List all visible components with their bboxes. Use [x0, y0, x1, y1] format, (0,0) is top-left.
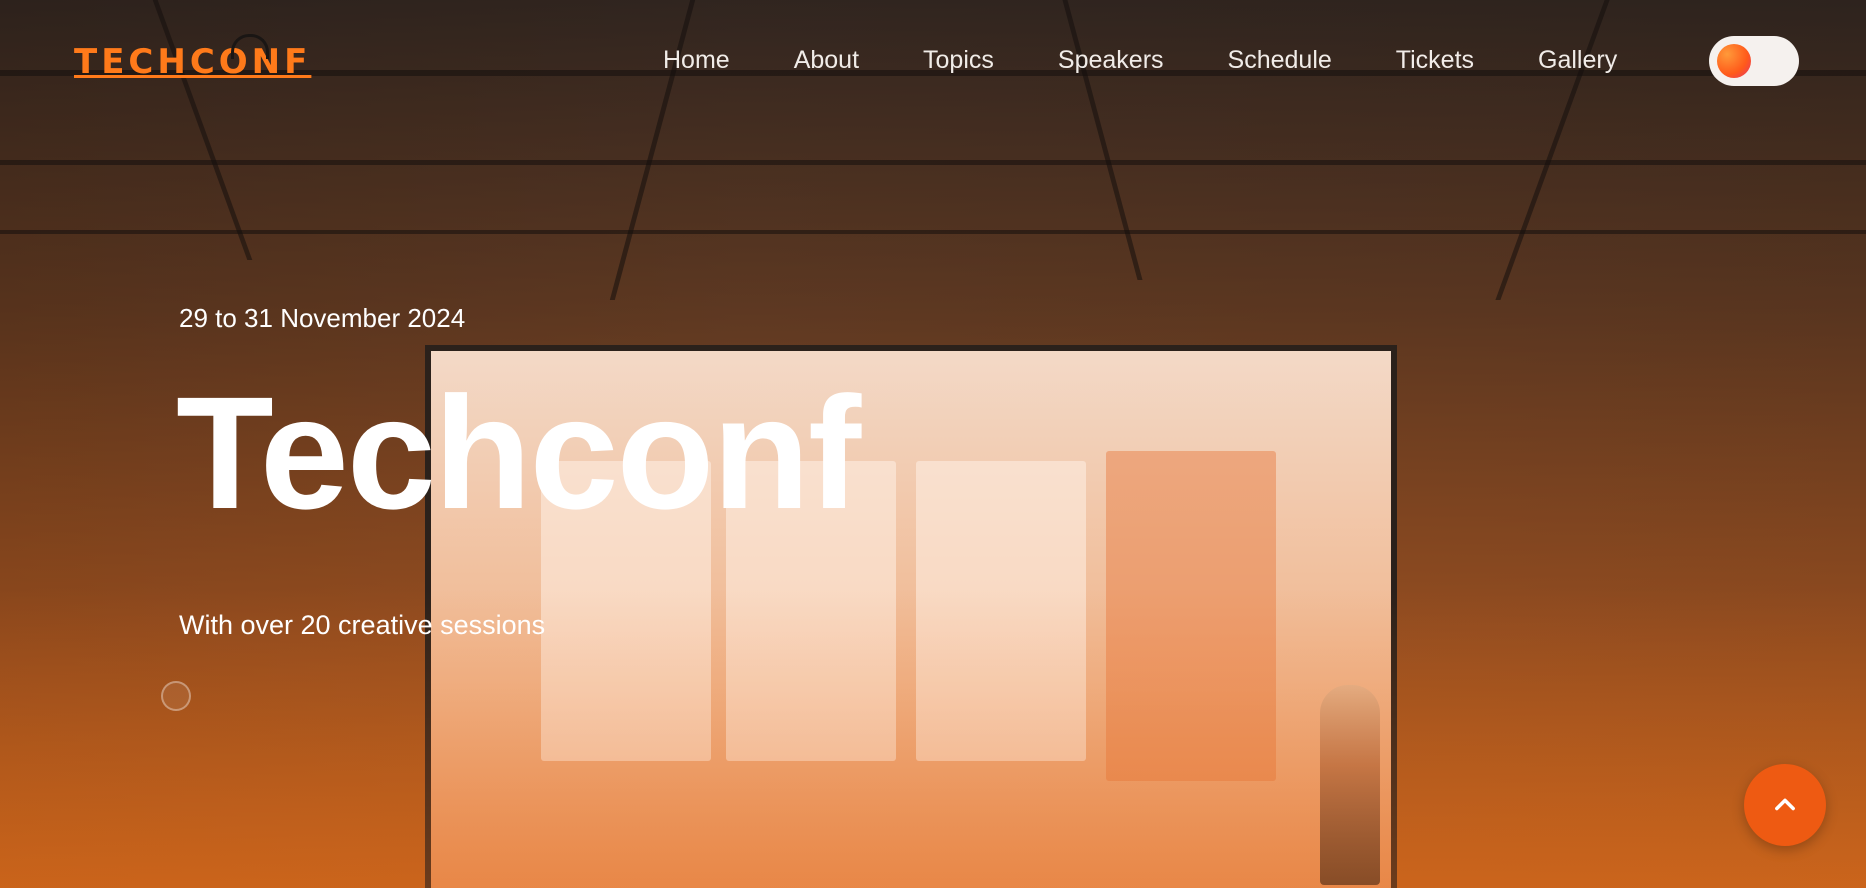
scroll-indicator-icon — [161, 681, 191, 711]
main-nav: Home About Topics Speakers Schedule Tick… — [663, 40, 1617, 80]
nav-item-gallery[interactable]: Gallery — [1538, 40, 1617, 80]
theme-toggle[interactable] — [1709, 36, 1799, 86]
page-title: Techconf — [176, 363, 861, 542]
logo-text: TECHCONF — [74, 42, 312, 82]
chevron-up-icon — [1775, 798, 1795, 811]
nav-item-topics[interactable]: Topics — [923, 40, 994, 80]
back-to-top-button[interactable] — [1744, 764, 1826, 846]
nav-item-about[interactable]: About — [794, 40, 859, 80]
nav-item-home[interactable]: Home — [663, 40, 730, 80]
event-date: 29 to 31 November 2024 — [179, 303, 466, 333]
nav-item-schedule[interactable]: Schedule — [1228, 40, 1332, 80]
nav-item-tickets[interactable]: Tickets — [1396, 40, 1474, 80]
nav-item-speakers[interactable]: Speakers — [1058, 40, 1164, 80]
hero-subtitle: With over 20 creative sessions — [179, 610, 546, 640]
theme-toggle-icon — [1717, 44, 1751, 78]
logo[interactable]: TECHCONF — [74, 34, 312, 82]
